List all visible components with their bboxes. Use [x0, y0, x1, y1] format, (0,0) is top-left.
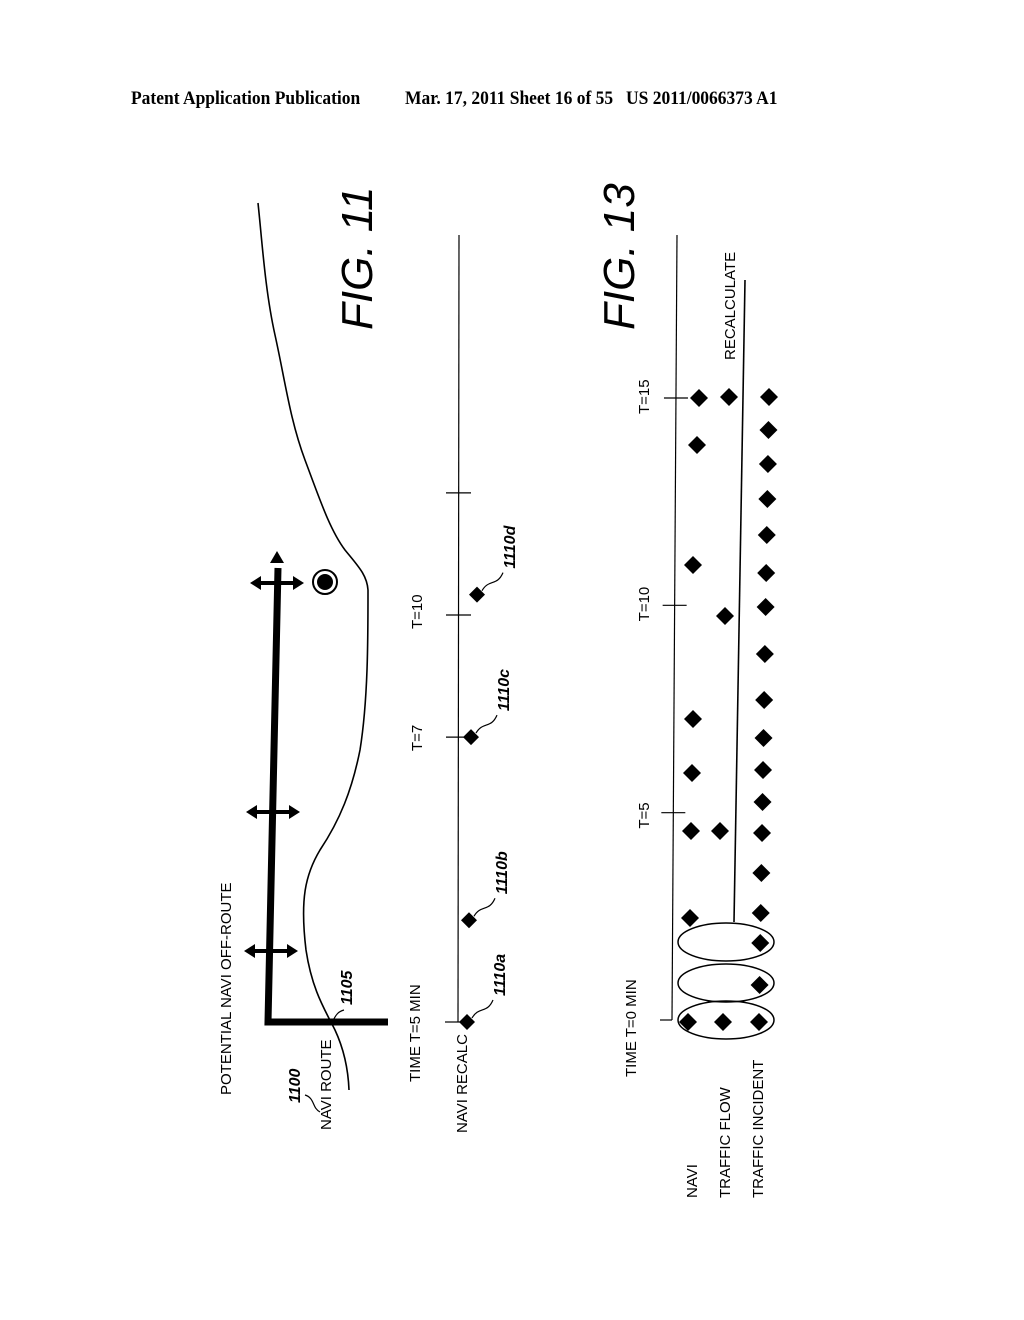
row-label-navi: NAVI: [684, 1164, 701, 1198]
fig13: FIG. 13 T=5 T=10 T=15 RECALCULATE TIME T=0…: [595, 183, 778, 1198]
navi-event-marker: [690, 389, 708, 407]
destination-target-icon: [312, 569, 338, 595]
traffic-incident-event-marker: [759, 421, 778, 439]
traffic-incident-event-marker: [760, 388, 778, 406]
navi-route-label: NAVI ROUTE: [318, 1039, 335, 1130]
fig13-tick-label: T=5: [636, 802, 653, 828]
traffic-incident-event-marker: [750, 1013, 768, 1031]
traffic-incident-event-marker: [754, 761, 773, 779]
fig11-event-leader: [481, 572, 504, 591]
traffic-incident-event-marker: [755, 645, 774, 663]
traffic-incident-event-marker: [755, 691, 774, 709]
fig11-tick-label: T=7: [409, 725, 426, 751]
recalculate-label: RECALCULATE: [722, 252, 739, 360]
ref-1100: 1100: [287, 1068, 304, 1103]
fig11-event-ref: 1110d: [502, 524, 519, 568]
navi-event-marker: [683, 764, 701, 782]
row-label-traffic-incident: TRAFFIC INCIDENT: [750, 1060, 767, 1198]
navi-event-marker: [684, 556, 702, 574]
fig11-event-ref: 1110c: [496, 669, 513, 711]
fig13-title: FIG. 13: [595, 183, 644, 330]
fig13-tick-label: T=15: [636, 379, 653, 414]
fig11-event-leader: [471, 999, 494, 1019]
traffic-incident-event-marker: [751, 904, 770, 922]
potential-off-route-label: POTENTIAL NAVI OFF-ROUTE: [218, 882, 235, 1095]
fig13-time-axis: [671, 234, 678, 1021]
traffic-flow-event-marker: [714, 1013, 732, 1031]
fig11-row-label: NAVI RECALC: [454, 1034, 471, 1133]
navi-event-marker: [681, 909, 699, 927]
traffic-incident-event-marker: [754, 729, 773, 747]
traffic-incident-event-marker: [753, 793, 772, 811]
traffic-incident-event-marker: [751, 934, 770, 952]
fig11-axis-label: TIME T=5 MIN: [407, 984, 424, 1082]
traffic-incident-event-marker: [753, 824, 772, 842]
recalculate-line: [733, 279, 746, 923]
fig13-tick-label: T=10: [636, 587, 653, 622]
traffic-incident-event-marker: [756, 598, 775, 616]
traffic-flow-event-marker: [711, 822, 729, 840]
patent-drawing: FIG. 11 POTENTIAL NAVI OFF-ROUTE NAVI RO…: [218, 183, 778, 1198]
fig11-event-ref: 1110a: [492, 954, 509, 996]
fig11-title: FIG. 11: [333, 187, 382, 330]
traffic-flow-event-marker: [720, 388, 738, 406]
traffic-flow-event-marker: [716, 607, 734, 625]
ref-1105: 1105: [339, 969, 356, 1005]
navi-event-marker: [688, 436, 706, 454]
navi-event-marker: [682, 822, 700, 840]
fig11-event-ref: 1110b: [494, 851, 511, 894]
fig13-axis-label: TIME T=0 MIN: [623, 979, 640, 1077]
traffic-incident-event-marker: [750, 976, 769, 994]
traffic-incident-event-marker: [757, 526, 776, 544]
traffic-incident-event-marker: [757, 564, 776, 582]
fig11-event-leader: [475, 714, 498, 734]
navi-event-marker: [684, 710, 702, 728]
traffic-incident-event-marker: [752, 864, 771, 882]
traffic-incident-event-marker: [758, 490, 777, 508]
fig11-tick-label: T=10: [409, 594, 426, 629]
traffic-incident-event-marker: [758, 455, 777, 473]
fig11-event-leader: [473, 898, 496, 917]
row-label-traffic-flow: TRAFFIC FLOW: [717, 1086, 734, 1198]
fig11-time-axis: [457, 234, 460, 1023]
fig11-timeline: T=7 T=10 1110a 1110b 1110c 1110d: [409, 234, 519, 1030]
potential-off-route-path: [264, 567, 388, 1026]
fig13-timeline: T=5 T=10 T=15: [636, 234, 778, 1040]
fig11: FIG. 11 POTENTIAL NAVI OFF-ROUTE NAVI RO…: [218, 187, 519, 1133]
